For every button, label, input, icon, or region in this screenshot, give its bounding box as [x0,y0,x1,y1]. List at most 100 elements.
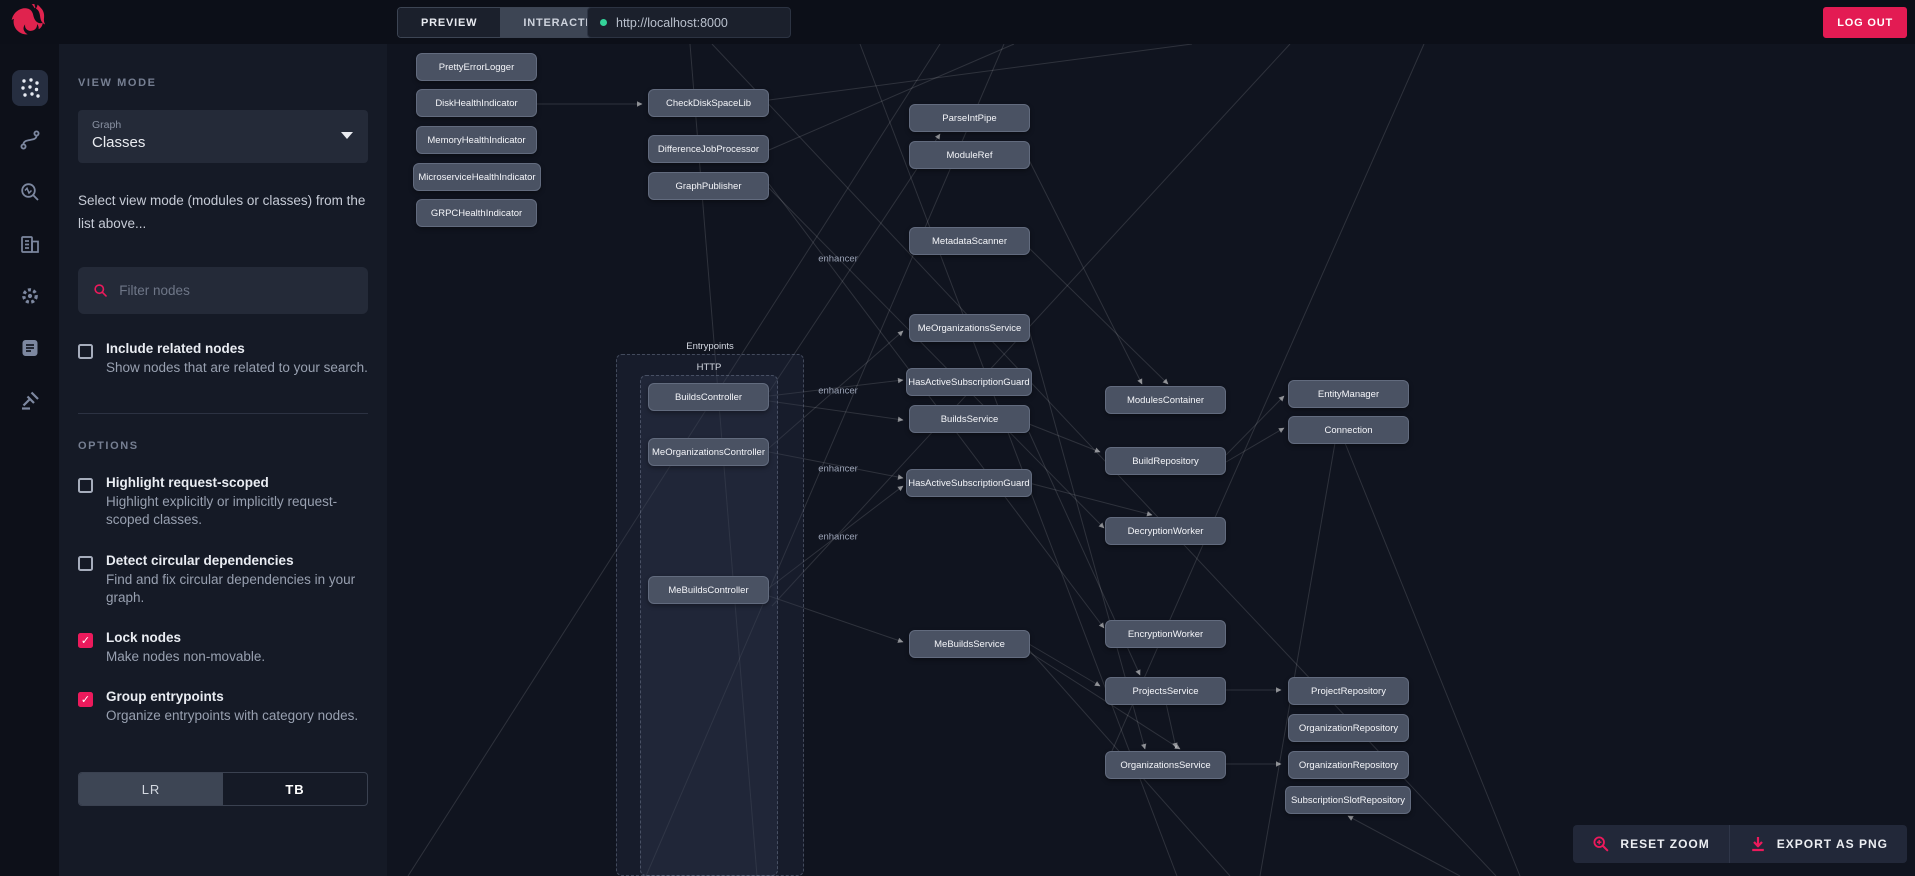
graph-node[interactable]: MeBuildsController [648,576,769,604]
graph-node[interactable]: HasActiveSubscriptionGuard [906,469,1032,497]
graph-node[interactable]: DiskHealthIndicator [416,89,537,117]
option-description: Organize entrypoints with category nodes… [106,708,359,724]
option-label: Detect circular dependencies [106,552,294,568]
graph-node[interactable]: GraphPublisher [648,172,769,200]
edge-label: enhancer [818,531,858,543]
option-label: Lock nodes [106,629,182,645]
export-png-button[interactable]: EXPORT AS PNG [1730,825,1907,863]
graph-node[interactable]: SubscriptionSlotRepository [1285,786,1411,814]
graph-node[interactable]: MicroserviceHealthIndicator [413,163,541,191]
graph-node[interactable]: MemoryHealthIndicator [416,126,537,154]
option-row: ✓ Lock nodes Make nodes non-movable. [78,630,368,666]
option-row: ✓ Group entrypoints Organize entrypoints w… [78,689,368,725]
canvas-controls: RESET ZOOM EXPORT AS PNG [1573,825,1907,863]
include-related-description: Show nodes that are related to your sear… [106,359,368,375]
option-description: Find and fix circular dependencies in yo… [106,571,356,605]
graph-node[interactable]: ModulesContainer [1105,386,1226,414]
graph-node[interactable]: MetadataScanner [909,227,1030,255]
graph-mode-select[interactable]: Graph Classes [78,110,368,163]
graph-node[interactable]: CheckDiskSpaceLib [648,89,769,117]
filter-box [78,266,368,314]
include-related-label: Include related nodes [106,340,245,356]
mode-tab-preview[interactable]: PREVIEW [398,8,501,37]
status-dot [600,19,607,26]
layout-direction-toggle: LR TB [78,772,368,806]
export-png-label: EXPORT AS PNG [1776,837,1888,851]
view-mode-description: Select view mode (modules or classes) fr… [78,193,366,231]
graph-node[interactable]: ProjectRepository [1288,677,1409,705]
reset-zoom-label: RESET ZOOM [1620,837,1710,851]
document-icon [19,337,41,359]
graph-node[interactable]: MeOrganizationsController [648,438,769,466]
select-label: Graph [92,119,122,131]
graph-node[interactable]: ParseIntPipe [909,104,1030,132]
scatter-icon [19,77,41,99]
rail-item-inspect[interactable] [12,174,48,210]
nestjs-logo-icon [11,4,46,35]
logout-button[interactable]: LOG OUT [1823,7,1907,38]
option-description: Highlight explicitly or implicitly reque… [106,494,338,528]
option-row: ✓ Highlight request-scoped Highlight expli… [78,475,368,529]
group-label: Entrypoints [686,341,734,352]
zoom-reset-icon [1593,836,1609,852]
option-checkbox[interactable]: ✓ [78,692,93,708]
sidebar-panel: VIEW MODE Graph Classes Select view mode… [59,44,387,876]
graph-node[interactable]: DecryptionWorker [1105,517,1226,545]
graph-node[interactable]: MeBuildsService [909,630,1030,658]
graph-node[interactable]: EntityManager [1288,380,1409,408]
view-mode-header: VIEW MODE [78,77,157,89]
url-bar[interactable]: http://localhost:8000 [587,7,791,38]
option-checkbox[interactable]: ✓ [78,555,93,571]
graph-node[interactable]: OrganizationsService [1105,751,1226,779]
group-label: HTTP [696,362,722,373]
filter-nodes-input[interactable] [119,282,353,298]
search-icon [94,284,107,297]
rail-item-graph[interactable] [11,70,48,106]
chevron-down-icon [341,132,353,139]
edge-label: enhancer [818,385,858,397]
gear-icon [19,285,41,307]
include-related-checkbox[interactable]: ✓ [78,343,93,359]
top-bar: PREVIEW INTERACTIVE http://localhost:8000… [0,0,1915,44]
graph-node[interactable]: OrganizationRepository [1288,751,1409,779]
graph-node[interactable]: BuildsService [909,405,1030,433]
gavel-icon [19,389,41,411]
icon-rail [0,44,59,876]
reset-zoom-button[interactable]: RESET ZOOM [1573,825,1728,863]
option-checkbox[interactable]: ✓ [78,632,93,648]
graph-node[interactable]: PrettyErrorLogger [416,53,537,81]
select-value: Classes [92,134,146,151]
rail-item-routes[interactable] [12,122,48,158]
graph-node[interactable]: EncryptionWorker [1105,620,1226,648]
layout-lr-button[interactable]: LR [79,773,223,805]
graph-node[interactable]: OrganizationRepository [1288,714,1409,742]
graph-node[interactable]: MeOrganizationsService [909,314,1030,342]
edge-label: enhancer [818,253,858,265]
graph-node[interactable]: ProjectsService [1105,677,1226,705]
graph-node[interactable]: DifferenceJobProcessor [648,135,769,163]
url-text: http://localhost:8000 [616,15,728,30]
option-checkbox[interactable]: ✓ [78,478,93,494]
graph-node[interactable]: Connection [1288,416,1409,444]
layout-tb-button[interactable]: TB [223,773,367,805]
search-pulse-icon [19,181,41,203]
graph-node[interactable]: BuildsController [648,383,769,411]
options-header: OPTIONS [78,440,139,453]
rail-item-docs[interactable] [12,330,48,366]
option-description: Make nodes non-movable. [106,648,266,664]
option-row: ✓ Detect circular dependencies Find and fi… [78,553,368,607]
graph-node[interactable]: BuildRepository [1105,447,1226,475]
divider [78,413,368,415]
rail-item-organization[interactable] [12,226,48,262]
building-icon [19,233,41,255]
download-icon [1751,837,1764,852]
graph-node[interactable]: ModuleRef [909,141,1030,169]
option-label: Group entrypoints [106,689,224,705]
edge-label: enhancer [818,463,858,475]
rail-item-settings[interactable] [12,278,48,314]
route-icon [19,129,41,151]
graph-node[interactable]: HasActiveSubscriptionGuard [906,368,1032,396]
graph-node[interactable]: GRPCHealthIndicator [416,199,537,227]
rail-item-legal[interactable] [12,382,48,418]
option-label: Highlight request-scoped [106,475,269,491]
